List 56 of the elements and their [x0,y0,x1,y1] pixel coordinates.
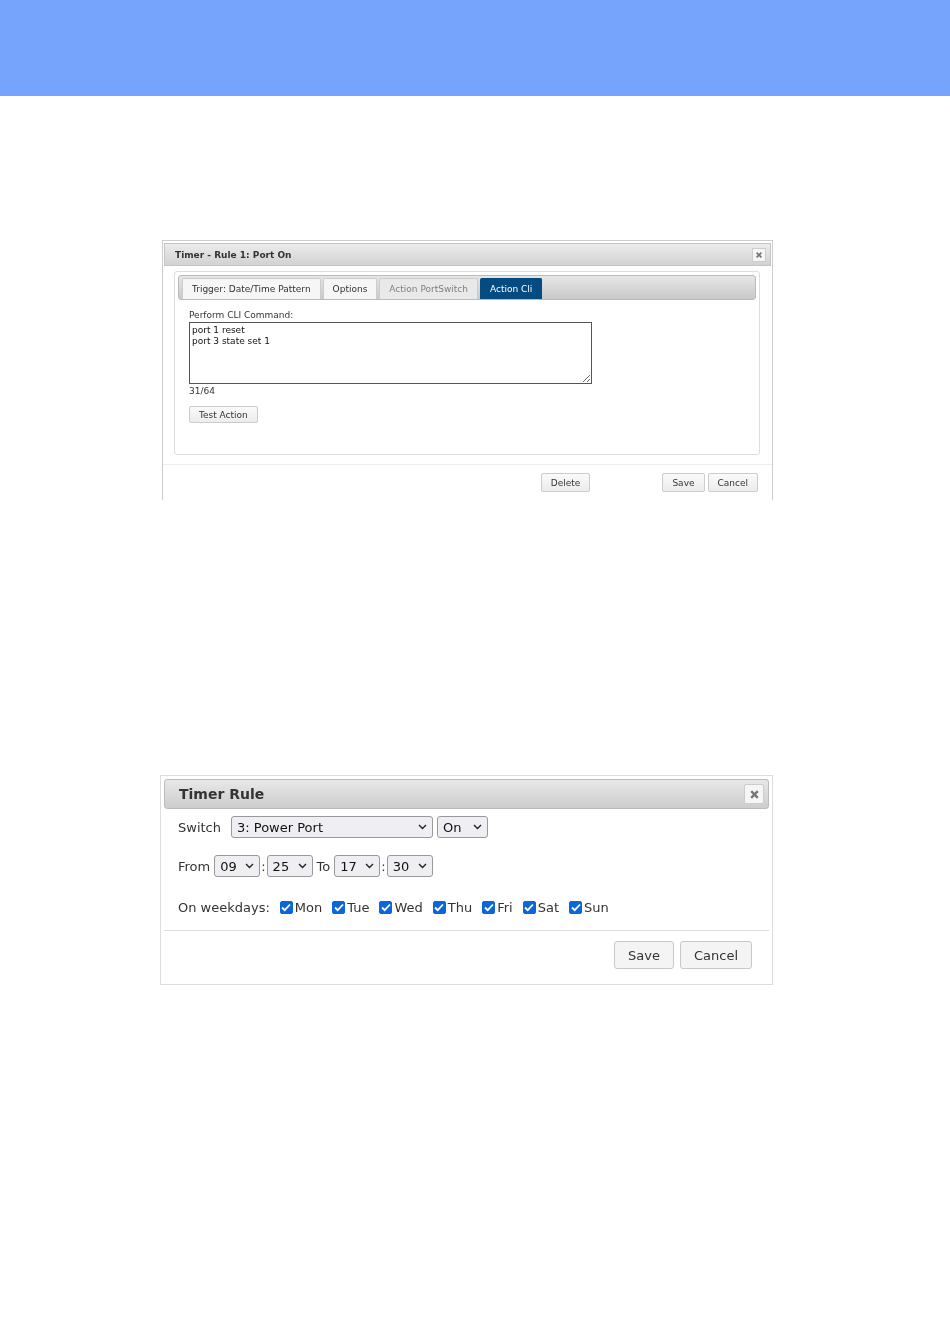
time-select[interactable]: 17 [334,855,381,877]
close-button[interactable] [744,784,764,804]
time-select[interactable]: 25 [266,855,313,877]
checkbox[interactable] [522,900,536,914]
time-select[interactable]: 30 [386,855,433,877]
close-icon [748,788,760,800]
weekday-label: Thu [447,899,473,915]
close-button[interactable] [752,247,766,262]
character-counter: 31/64 [189,386,216,396]
caret-icon [297,863,307,869]
port-select[interactable]: 3: Power Port [231,816,433,838]
weekday-label: Mon [294,899,323,915]
dialog-title: Timer Rule [179,786,265,802]
cancel-button[interactable]: Cancel [707,473,758,492]
delete-button[interactable]: Delete [540,473,591,492]
select-value: 25 [272,858,290,874]
caret-icon [417,863,427,869]
caret-icon [418,824,427,830]
checkbox[interactable] [432,900,446,914]
time-select[interactable]: 09 [214,855,261,877]
checkbox[interactable] [569,900,583,914]
weekday-label: Tue [347,899,370,915]
field-label: On weekdays: [178,899,270,915]
tab[interactable]: Options [322,278,378,299]
select-value: 3: Power Port [237,819,323,835]
dialog-title: Timer - Rule 1: Port On [175,249,292,260]
caret-icon [365,863,375,869]
caret-icon [473,824,482,830]
checkbox[interactable] [332,900,346,914]
weekday-label: Sat [537,899,560,915]
select-value: 30 [392,858,410,874]
select-value: 17 [340,858,357,874]
field-label: To [316,858,331,874]
close-icon [755,250,763,259]
test-action-button[interactable]: Test Action [189,406,258,423]
checkbox[interactable] [379,900,393,914]
field-label: Switch [178,819,221,835]
save-button[interactable]: Save [614,941,674,969]
checkbox[interactable] [279,900,293,914]
select-value: 09 [220,858,237,874]
caret-icon [245,863,255,869]
weekday-label: Fri [497,899,513,915]
command-field[interactable]: port 1 reset port 3 state set 1 [189,322,592,384]
weekday-label: Wed [394,899,423,915]
weekday-label: Sun [584,899,609,915]
state-select[interactable]: On [437,816,488,838]
checkbox[interactable] [482,900,496,914]
save-button[interactable]: Save [662,473,705,492]
time-separator: : [381,858,386,874]
field-label: From [178,858,211,874]
tab[interactable]: Trigger: Date/Time Pattern [182,278,321,299]
time-separator: : [261,858,266,874]
select-value: On [443,819,462,835]
field-label: Perform CLI Command: [189,310,294,320]
cancel-button[interactable]: Cancel [679,941,752,969]
tab[interactable]: Action Cli [480,278,543,299]
